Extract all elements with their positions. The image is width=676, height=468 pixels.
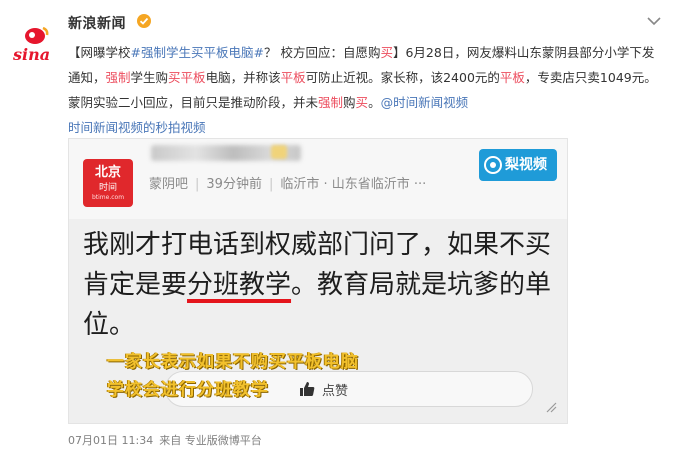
underlined-text: 分班教学: [187, 270, 292, 300]
logo-line: 时间: [98, 183, 117, 193]
blurred-badge: [271, 145, 287, 159]
video-thumbnail[interactable]: 北京 时间 btime.com 蒙阴吧 | 39分钟前 | 临沂市 · 山东省临沂市 ·…: [68, 138, 568, 424]
post-text-segment: ？ 校方回应：自愿购: [263, 45, 381, 60]
time-ago: 39分钟前: [206, 177, 262, 192]
highlight-text: 强制: [318, 95, 344, 110]
post-text-segment: 购: [343, 95, 356, 110]
svg-text:sina: sina: [12, 45, 50, 64]
resize-handle-icon: [546, 402, 557, 413]
highlight-text: 买: [355, 95, 369, 110]
highlight-text: 平板: [280, 70, 306, 85]
video-main-text: 我刚才打电话到权威部门问了，如果不买肯定是要分班教学。教育局就是坑爹的单位。: [83, 225, 563, 345]
sina-logo-icon: sina: [12, 26, 50, 64]
hashtag-link[interactable]: #强制学生买平板电脑#: [131, 45, 264, 60]
chevron-down-icon[interactable]: [646, 15, 662, 27]
like-label: 点赞: [322, 384, 349, 399]
post-text: 【网曝学校#强制学生买平板电脑#？ 校方回应：自愿购买】6月28日，网友爆料山东…: [68, 40, 658, 140]
post-text-segment: 【网曝学校: [68, 45, 131, 60]
account-name[interactable]: 新浪新闻: [68, 13, 126, 33]
post-source: 来自 专业版微博平台: [159, 434, 262, 447]
highlight-text: 买: [380, 45, 393, 60]
verified-badge-icon: [137, 14, 151, 28]
forum-name: 蒙阴吧: [149, 177, 189, 192]
post-text-segment: 。: [368, 95, 381, 110]
highlight-text: 平板: [499, 70, 525, 85]
post-timestamp[interactable]: 07月01日 11:34: [68, 434, 153, 447]
watermark-text: 梨视频: [505, 157, 547, 173]
post-text-segment: 电脑，并称该: [205, 70, 281, 85]
pear-logo-icon: [484, 156, 502, 174]
logo-line: btime.com: [91, 194, 125, 201]
mention-link[interactable]: @时间新闻视频: [381, 95, 469, 110]
post-footer: 07月01日 11:34 来自 专业版微博平台: [68, 432, 262, 448]
post-text-segment: 学生购: [130, 70, 169, 85]
post-text-segment: 可防止近视。家长称，该2400元的: [305, 70, 500, 85]
video-post-header: 北京 时间 btime.com 蒙阴吧 | 39分钟前 | 临沂市 · 山东省临沂市 ·…: [69, 139, 567, 219]
location: 临沂市 · 山东省临沂市 ···: [280, 177, 427, 192]
account-avatar[interactable]: sina: [10, 14, 60, 64]
highlight-text: 强制: [105, 70, 131, 85]
video-post-meta: 蒙阴吧 | 39分钟前 | 临沂市 · 山东省临沂市 ···: [149, 177, 427, 192]
thumbs-up-icon: [300, 382, 315, 396]
pear-video-watermark: 梨视频: [479, 149, 557, 181]
btime-logo: 北京 时间 btime.com: [83, 159, 133, 207]
logo-line: 北京: [94, 165, 121, 180]
highlight-text: 买平板: [168, 70, 206, 85]
subtitle-caption: 一家长表示如果不购买平板电脑: [107, 352, 359, 372]
video-source-link[interactable]: 时间新闻视频的秒拍视频: [68, 120, 206, 135]
subtitle-caption: 学校会进行分班教学: [107, 380, 269, 400]
